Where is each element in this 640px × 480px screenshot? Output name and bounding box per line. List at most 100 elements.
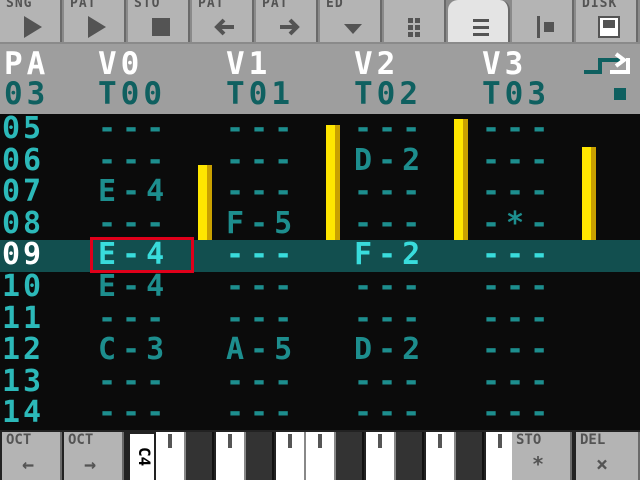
pattern-number[interactable]: 03 <box>4 76 49 112</box>
play-icon <box>86 16 108 38</box>
pattern-row[interactable]: 11 --- --- --- --- <box>0 300 640 336</box>
voice-1-track[interactable]: T01 <box>226 76 294 112</box>
arrow-right-icon <box>278 16 300 38</box>
piano-white-key[interactable] <box>276 432 306 480</box>
toolbar-button-7[interactable] <box>448 0 510 42</box>
pattern-row[interactable]: 12 C-3 A-5 D-2 --- <box>0 332 640 367</box>
piano-white-key[interactable] <box>306 432 336 480</box>
note-cell-v3[interactable]: --- <box>482 111 554 146</box>
note-cell-v2[interactable]: --- <box>354 206 426 241</box>
pattern-row[interactable]: 14 --- --- --- --- <box>0 395 640 430</box>
piano-black-key[interactable] <box>336 432 364 480</box>
toolbar-button-label: STO <box>134 0 161 11</box>
pattern-row[interactable]: 08 --- F-5 --- -*- <box>0 206 640 241</box>
pattern-row[interactable]: 07 E-4 --- --- --- <box>0 174 640 210</box>
toolbar-button-label: PAT <box>262 0 289 11</box>
toolbar-button-6[interactable] <box>384 0 446 42</box>
note-cell-v0[interactable]: --- <box>98 364 170 399</box>
note-cell-v3[interactable]: --- <box>482 269 554 304</box>
row-number: 13 <box>2 363 45 399</box>
note-cell-v2[interactable]: --- <box>354 269 426 304</box>
key-marker <box>318 434 322 448</box>
pattern-row[interactable]: 06 --- --- D-2 --- <box>0 143 640 178</box>
voice-0-track[interactable]: T00 <box>98 76 166 112</box>
note-cell-v2[interactable]: --- <box>354 301 426 336</box>
note-cell-v2[interactable]: --- <box>354 111 426 146</box>
note-cell-v3[interactable]: --- <box>482 237 554 272</box>
key-marker <box>438 434 442 448</box>
note-cell-v3[interactable]: --- <box>482 332 554 367</box>
toolbar-button-5[interactable]: ED <box>320 0 382 42</box>
pattern-row[interactable]: 05 --- --- --- --- <box>0 111 640 146</box>
note-cell-v3[interactable]: --- <box>482 174 554 209</box>
note-cell-v0[interactable]: E-4 <box>98 174 170 209</box>
note-cell-v3[interactable]: -*- <box>482 206 554 241</box>
vu-meter-v1 <box>326 125 340 240</box>
edit-cursor <box>90 237 194 274</box>
note-cell-v1[interactable]: --- <box>226 301 298 336</box>
toolbar-button-3[interactable]: PAT <box>192 0 254 42</box>
note-cell-v2[interactable]: --- <box>354 364 426 399</box>
record-indicator-icon <box>614 88 626 100</box>
piano-black-key[interactable] <box>186 432 214 480</box>
toolbar-button-2[interactable]: STO <box>128 0 190 42</box>
note-cell-v2[interactable]: D-2 <box>354 143 426 178</box>
asterisk-icon: * <box>532 452 545 476</box>
toolbar-button-8[interactable] <box>512 0 574 42</box>
delete-button[interactable]: DEL × <box>576 432 640 480</box>
note-cell-v0[interactable]: E-4 <box>98 269 170 304</box>
note-cell-v0[interactable]: C-3 <box>98 332 170 367</box>
row-number: 11 <box>2 300 45 336</box>
pattern-row[interactable]: 10 E-4 --- --- --- <box>0 269 640 304</box>
note-cell-v2[interactable]: F-2 <box>354 237 426 272</box>
row-number: 07 <box>2 174 45 210</box>
play-icon <box>22 16 44 38</box>
keyboard-bar: OCT ← OCT → STO * DEL × <box>0 430 640 480</box>
note-cell-v3[interactable]: --- <box>482 301 554 336</box>
note-cell-v0[interactable]: --- <box>98 301 170 336</box>
key-marker <box>288 434 292 448</box>
toolbar-button-0[interactable]: SNG <box>0 0 62 42</box>
note-cell-v1[interactable]: F-5 <box>226 206 298 241</box>
store-button[interactable]: STO * <box>512 432 572 480</box>
note-cell-v1[interactable]: --- <box>226 111 298 146</box>
piano-black-key[interactable] <box>396 432 424 480</box>
piano-white-key[interactable] <box>216 432 246 480</box>
key-marker <box>168 434 172 448</box>
piano-white-key[interactable] <box>426 432 456 480</box>
key-marker <box>228 434 232 448</box>
toolbar-button-label: PAT <box>70 0 97 11</box>
octave-down-button[interactable]: OCT ← <box>2 432 62 480</box>
note-cell-v0[interactable]: --- <box>98 395 170 430</box>
piano-white-key[interactable] <box>156 432 186 480</box>
note-cell-v2[interactable]: --- <box>354 395 426 430</box>
note-cell-v1[interactable]: --- <box>226 364 298 399</box>
toolbar-button-4[interactable]: PAT <box>256 0 318 42</box>
piano-black-key[interactable] <box>246 432 274 480</box>
note-cell-v1[interactable]: --- <box>226 237 298 272</box>
note-cell-v1[interactable]: --- <box>226 269 298 304</box>
mixer-icon <box>534 16 556 38</box>
note-cell-v1[interactable]: --- <box>226 395 298 430</box>
piano-white-key[interactable] <box>366 432 396 480</box>
loop-icon[interactable] <box>580 50 634 80</box>
octave-up-button[interactable]: OCT → <box>64 432 124 480</box>
note-cell-v2[interactable]: D-2 <box>354 332 426 367</box>
toolbar-button-9[interactable]: DISK <box>576 0 638 42</box>
note-cell-v3[interactable]: --- <box>482 364 554 399</box>
vu-meter-v3 <box>582 147 596 240</box>
piano-black-key[interactable] <box>456 432 484 480</box>
pattern-row[interactable]: 13 --- --- --- --- <box>0 363 640 399</box>
note-cell-v1[interactable]: --- <box>226 143 298 178</box>
toolbar-button-1[interactable]: PAT <box>64 0 126 42</box>
note-cell-v0[interactable]: --- <box>98 206 170 241</box>
note-cell-v0[interactable]: --- <box>98 143 170 178</box>
note-cell-v0[interactable]: --- <box>98 111 170 146</box>
note-cell-v1[interactable]: --- <box>226 174 298 209</box>
note-cell-v3[interactable]: --- <box>482 143 554 178</box>
note-cell-v3[interactable]: --- <box>482 395 554 430</box>
note-cell-v1[interactable]: A-5 <box>226 332 298 367</box>
note-cell-v2[interactable]: --- <box>354 174 426 209</box>
voice-3-track[interactable]: T03 <box>482 76 550 112</box>
voice-2-track[interactable]: T02 <box>354 76 422 112</box>
